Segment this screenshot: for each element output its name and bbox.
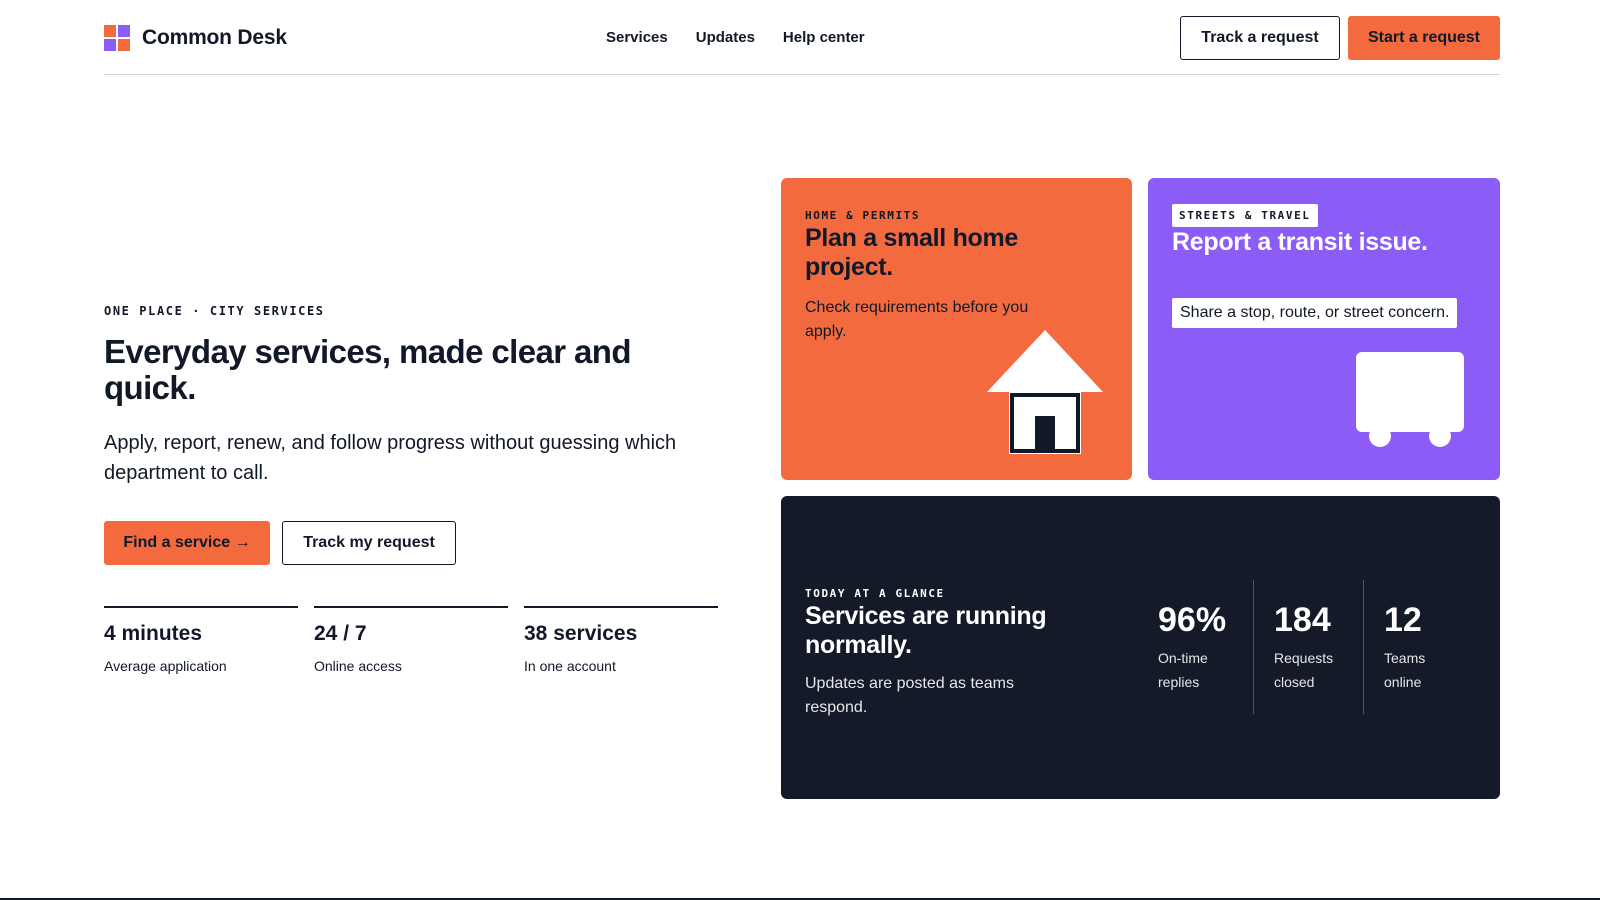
metric-item: 184 Requests closed xyxy=(1253,580,1363,714)
main-nav: Services Updates Help center xyxy=(606,29,893,46)
nav-item-help-center[interactable]: Help center xyxy=(783,29,865,46)
card-title: Services are running normally. xyxy=(805,602,1047,659)
brand-name: Common Desk xyxy=(142,26,287,49)
track-my-request-button[interactable]: Track my request xyxy=(282,521,456,565)
hero-actions: Find a service → Track my request xyxy=(104,521,456,565)
card-description: Updates are posted as teams respond. xyxy=(805,675,1015,716)
card-description: Share a stop, route, or street concern. xyxy=(1172,298,1458,328)
metric-value: 12 xyxy=(1384,601,1422,639)
bus-icon xyxy=(1356,352,1464,447)
card-title: Plan a small home project. xyxy=(805,224,1019,281)
brand-logo[interactable]: Common Desk xyxy=(104,25,287,51)
stat-label: In one account xyxy=(524,658,616,674)
site-header: Common Desk Services Updates Help center… xyxy=(104,16,1500,75)
card-title: Report a transit issue. xyxy=(1172,228,1428,256)
metric-value: 184 xyxy=(1274,601,1331,639)
track-request-button[interactable]: Track a request xyxy=(1180,16,1340,60)
home-permits-card[interactable]: HOME & PERMITS Plan a small home project… xyxy=(781,178,1132,480)
nav-item-updates[interactable]: Updates xyxy=(696,29,755,46)
logo-mark-icon xyxy=(104,25,130,51)
streets-travel-card[interactable]: STREETS & TRAVEL Report a transit issue.… xyxy=(1148,178,1500,480)
card-tag: HOME & PERMITS xyxy=(805,209,921,222)
stat-label: Average application xyxy=(104,658,227,674)
hero-subtitle: Apply, report, renew, and follow progres… xyxy=(104,432,677,484)
stat-item: 24 / 7 Online access xyxy=(314,606,508,674)
stat-value: 24 / 7 xyxy=(314,622,367,645)
metric-label: Requests closed xyxy=(1274,650,1334,690)
card-tag: TODAY AT A GLANCE xyxy=(805,587,945,600)
nav-item-services[interactable]: Services xyxy=(606,29,668,46)
glance-metrics: 96% On-time replies 184 Requests closed … xyxy=(1158,580,1473,714)
stat-item: 38 services In one account xyxy=(524,606,718,674)
hero-stats: 4 minutes Average application 24 / 7 Onl… xyxy=(104,606,734,674)
metric-label: On-time replies xyxy=(1158,650,1208,690)
metric-value: 96% xyxy=(1158,601,1227,639)
find-service-button[interactable]: Find a service → xyxy=(104,521,270,565)
metric-item: 96% On-time replies xyxy=(1158,580,1253,714)
metric-item: 12 Teams online xyxy=(1363,580,1473,714)
stat-value: 38 services xyxy=(524,622,638,645)
stat-label: Online access xyxy=(314,658,402,674)
card-tag: STREETS & TRAVEL xyxy=(1172,204,1318,227)
hero-eyebrow: ONE PLACE · CITY SERVICES xyxy=(104,304,325,318)
stat-item: 4 minutes Average application xyxy=(104,606,298,674)
start-request-button[interactable]: Start a request xyxy=(1348,16,1500,60)
metric-label: Teams online xyxy=(1384,650,1426,690)
hero-title: Everyday services, made clear and quick. xyxy=(104,333,632,406)
stat-value: 4 minutes xyxy=(104,622,203,645)
today-at-a-glance-card: TODAY AT A GLANCE Services are running n… xyxy=(781,496,1500,799)
house-icon xyxy=(987,330,1103,454)
